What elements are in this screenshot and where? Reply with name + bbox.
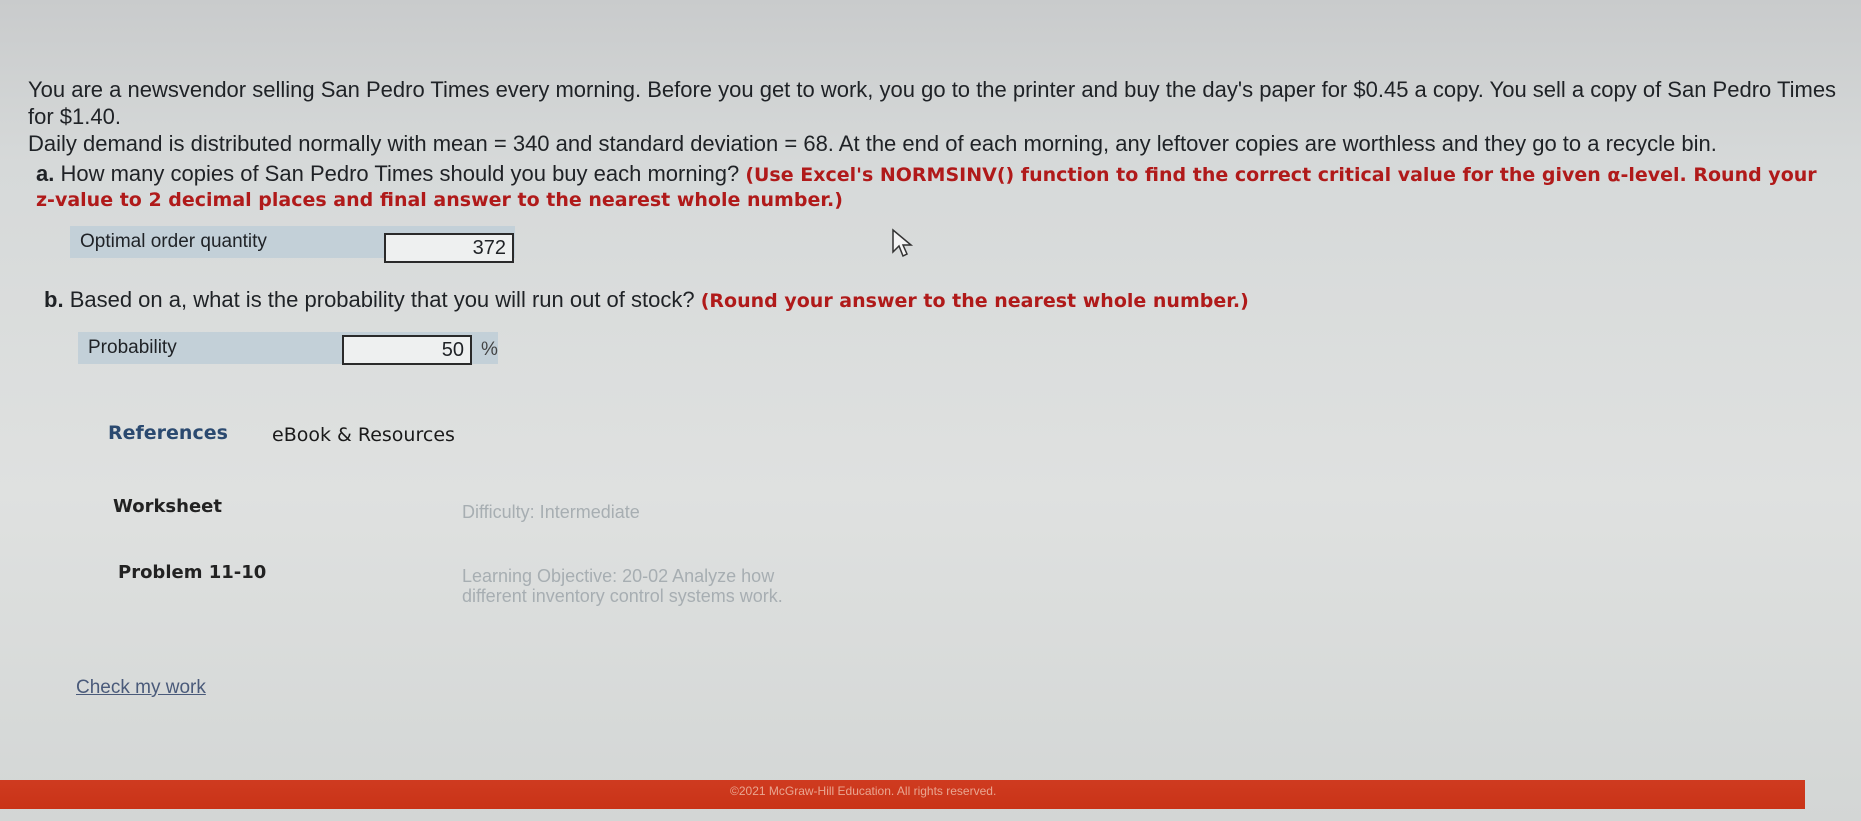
tab-ebook-resources[interactable]: eBook & Resources bbox=[272, 424, 455, 446]
question-b-text: Based on a, what is the probability that… bbox=[69, 287, 695, 312]
question-b-label: b. bbox=[44, 287, 64, 312]
order-quantity-input[interactable]: 372 bbox=[384, 233, 514, 263]
copyright-text: ©2021 McGraw-Hill Education. All rights … bbox=[730, 784, 997, 798]
footer-bar: ©2021 McGraw-Hill Education. All rights … bbox=[0, 780, 1805, 809]
order-quantity-label: Optimal order quantity bbox=[80, 231, 267, 252]
learning-objective-text: Learning Objective: 20-02 Analyze how di… bbox=[462, 566, 783, 606]
problem-number: Problem 11-10 bbox=[118, 562, 267, 583]
intro-line-2: Daily demand is distributed normally wit… bbox=[28, 131, 1717, 156]
question-a: a. How many copies of San Pedro Times sh… bbox=[36, 162, 1836, 212]
question-b-hint: (Round your answer to the nearest whole … bbox=[700, 290, 1249, 312]
tab-references[interactable]: References bbox=[108, 422, 228, 444]
question-b: b. Based on a, what is the probability t… bbox=[44, 288, 1844, 313]
percent-unit: % bbox=[481, 339, 498, 360]
problem-statement: You are a newsvendor selling San Pedro T… bbox=[28, 76, 1848, 157]
question-a-label: a. bbox=[36, 161, 55, 186]
mouse-pointer-icon bbox=[892, 228, 914, 258]
question-a-text: How many copies of San Pedro Times shoul… bbox=[60, 161, 740, 186]
check-my-work-link[interactable]: Check my work bbox=[76, 677, 206, 699]
worksheet-label: Worksheet bbox=[113, 496, 222, 517]
intro-line-1: You are a newsvendor selling San Pedro T… bbox=[28, 77, 1837, 129]
probability-input[interactable]: 50 bbox=[342, 335, 472, 365]
probability-label: Probability bbox=[88, 337, 177, 358]
difficulty-text: Difficulty: Intermediate bbox=[462, 502, 640, 522]
